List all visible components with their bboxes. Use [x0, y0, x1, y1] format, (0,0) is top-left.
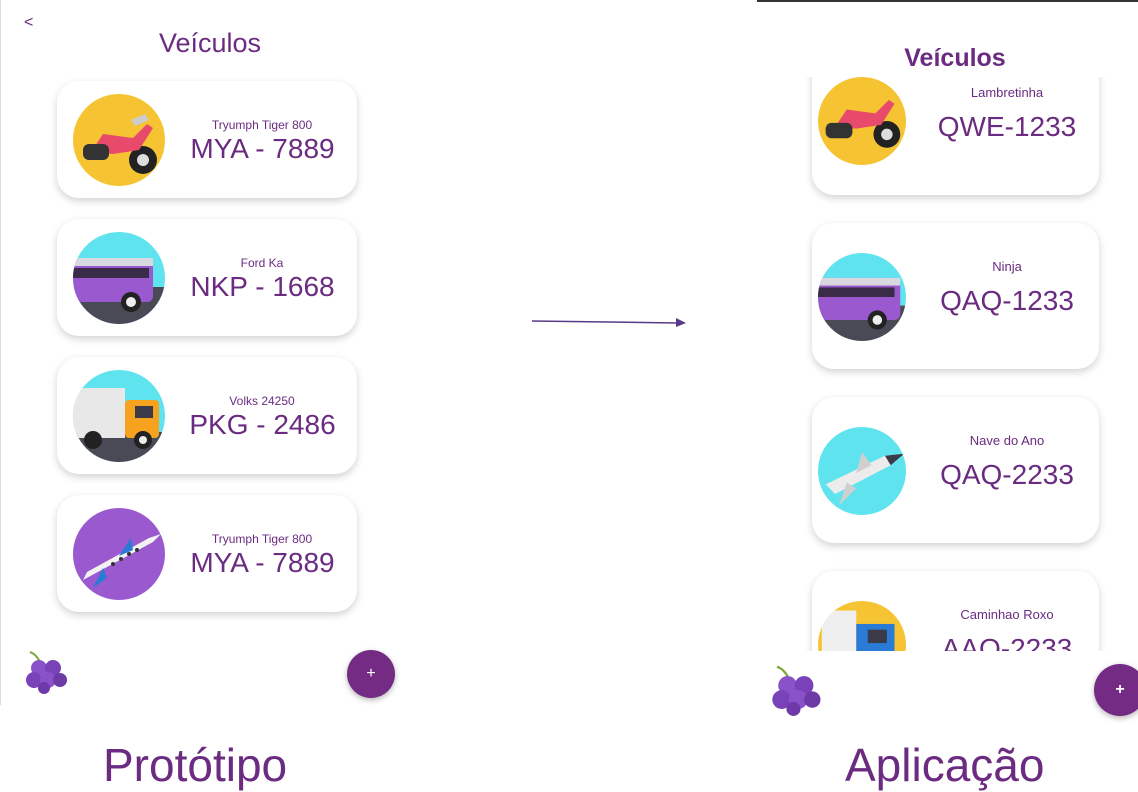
vehicle-plate: PKG - 2486	[189, 409, 336, 440]
vehicle-name: Caminhao Roxo	[960, 607, 1054, 622]
vehicle-name: Tryumph Tiger 800	[211, 532, 313, 546]
vehicle-name: Tryumph Tiger 800	[211, 118, 313, 132]
prototype-page-title: Veículos	[158, 28, 262, 58]
arrow-right-icon	[531, 313, 692, 338]
vehicle-plate: MYA - 7889	[190, 133, 335, 164]
app-vehicle-card[interactable]: Caminhao Roxo AAQ-2233	[812, 571, 1099, 651]
prototype-vehicle-card[interactable]: Volks 24250 PKG - 2486	[57, 357, 357, 474]
application-caption: Aplicação	[845, 739, 1045, 791]
space-shuttle-icon	[818, 427, 906, 515]
back-button[interactable]: <	[24, 14, 33, 32]
vehicle-plate: AAQ-2233	[941, 633, 1073, 651]
app-page-title: Veículos	[904, 44, 1006, 72]
vehicle-plate: QWE-1233	[937, 111, 1077, 142]
app-vehicle-list[interactable]: Lambretinha QWE-1233 Ninja QAQ-1233 Nave…	[757, 77, 1138, 651]
truck-icon	[73, 370, 165, 462]
delivery-truck-icon	[818, 601, 906, 651]
app-vehicle-card[interactable]: Lambretinha QWE-1233	[812, 77, 1099, 195]
prototype-vehicle-card[interactable]: Tryumph Tiger 800 MYA - 7889	[57, 495, 357, 612]
grapes-logo-icon	[770, 662, 824, 716]
vehicle-plate: QAQ-2233	[940, 459, 1074, 490]
app-vehicle-card[interactable]: Nave do Ano QAQ-2233	[812, 397, 1099, 543]
motorcycle-icon	[73, 94, 165, 186]
vehicle-plate: QAQ-1233	[940, 285, 1074, 316]
add-vehicle-button[interactable]: +	[347, 650, 395, 698]
grapes-logo-icon	[24, 648, 70, 694]
prototype-vehicle-card[interactable]: Ford Ka NKP - 1668	[57, 219, 357, 336]
prototype-vehicle-card[interactable]: Tryumph Tiger 800 MYA - 7889	[57, 81, 357, 198]
van-icon	[73, 232, 165, 324]
vehicle-name: Lambretinha	[970, 85, 1044, 100]
vehicle-name: Nave do Ano	[969, 433, 1045, 448]
vehicle-name: Ford Ka	[240, 256, 284, 270]
airplane-icon	[73, 508, 165, 600]
motorcycle-icon	[818, 77, 906, 165]
vehicle-name: Volks 24250	[229, 394, 295, 408]
app-vehicle-card[interactable]: Ninja QAQ-1233	[812, 223, 1099, 369]
vehicle-plate: NKP - 1668	[190, 271, 335, 302]
app-top-divider	[757, 0, 1138, 2]
prototype-caption: Protótipo	[103, 739, 288, 791]
add-vehicle-button[interactable]: +	[1094, 664, 1138, 716]
vehicle-plate: MYA - 7889	[190, 547, 335, 578]
van-icon	[818, 253, 906, 341]
vehicle-name: Ninja	[992, 259, 1022, 274]
